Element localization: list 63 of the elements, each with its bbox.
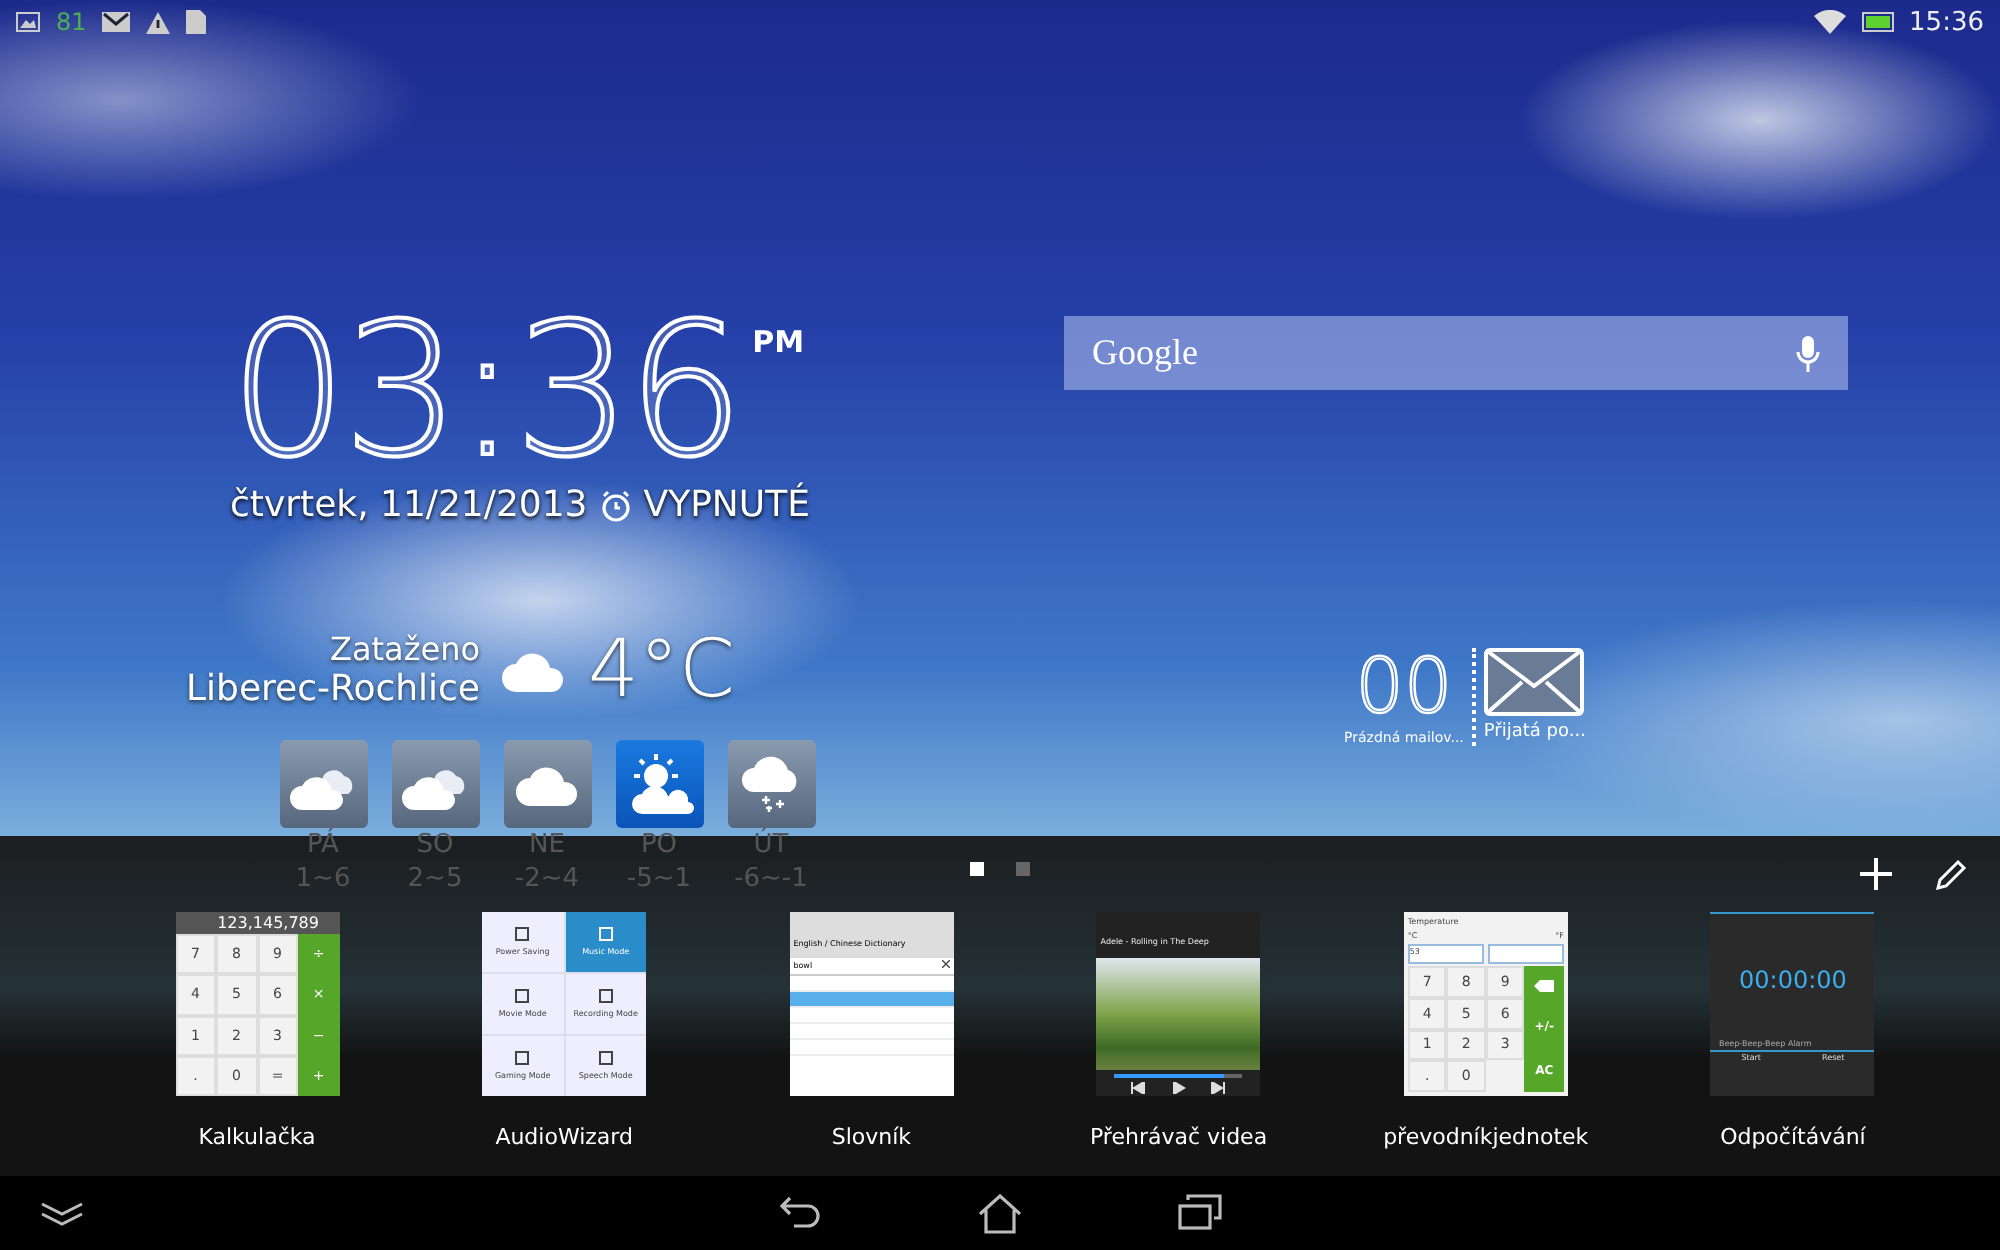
recent-apps-icon[interactable] [1178, 1193, 1222, 1229]
back-icon[interactable] [778, 1193, 822, 1229]
clock-ampm: PM [752, 324, 805, 360]
search-logo: Google [1092, 332, 1198, 374]
mode-icon [514, 926, 531, 942]
forecast-range: -6~-1 [734, 862, 808, 896]
warning-icon [146, 11, 171, 33]
clock-time: 03:36 [230, 296, 741, 488]
temperature: 4°C [588, 624, 735, 716]
chevron-down-icon[interactable] [40, 1201, 84, 1225]
mail-count: 00 [1355, 648, 1453, 724]
mode-icon [597, 1050, 614, 1066]
forecast-range: -5~1 [626, 862, 692, 896]
status-time: 15:36 [1909, 7, 1984, 37]
alarm-status: VYPNUTÉ [643, 484, 810, 526]
widget-label: převodníkjednotek [1383, 1124, 1589, 1150]
widget-label: Slovník [831, 1124, 912, 1150]
weather-condition: Zataženo [329, 630, 480, 668]
forecast-range: -2~4 [514, 862, 580, 896]
widget-label: Odpočítávání [1720, 1124, 1866, 1150]
weather-day-tile[interactable] [503, 740, 591, 828]
forecast-day: NE [529, 828, 565, 862]
mode-icon [597, 988, 614, 1004]
timer-display: 00:00:00 [1739, 966, 1847, 994]
mode-icon [597, 926, 614, 942]
forecast-range: 2~5 [407, 862, 463, 896]
cloud-icon [500, 648, 568, 692]
close-icon [941, 960, 950, 968]
envelope-icon[interactable] [1484, 648, 1585, 716]
weather-location: Liberec-Rochlice [186, 668, 480, 710]
forecast-day: PÁ [307, 828, 339, 862]
battery-icon [1861, 12, 1894, 32]
snow-cloud-icon [741, 752, 801, 816]
wifi-icon [1813, 10, 1846, 34]
widget-label: Kalkulačka [198, 1124, 316, 1150]
microphone-icon[interactable] [1796, 335, 1820, 371]
add-icon[interactable] [1860, 858, 1892, 890]
weather-day-tile[interactable] [391, 740, 479, 828]
sd-card-icon [186, 10, 207, 34]
forecast-day: PO [640, 828, 678, 862]
widget-label: AudioWizard [495, 1124, 633, 1150]
mode-icon [514, 1050, 531, 1066]
clock-date: čtvrtek, 11/21/2013 [230, 484, 588, 526]
weather-day-tile[interactable] [615, 740, 703, 828]
calculator-display: 123,145,789 [175, 912, 339, 934]
cloud-icon [513, 762, 581, 806]
pencil-icon[interactable] [1936, 858, 1968, 890]
home-icon[interactable] [978, 1193, 1022, 1233]
playback-controls-icon [1128, 1082, 1229, 1094]
forecast-day: ÚT [753, 828, 789, 862]
mode-icon [514, 988, 531, 1004]
inbox-label: Přijatá po... [1483, 722, 1586, 742]
forecast-day: SO [416, 828, 454, 862]
forecast-range: 1~6 [295, 862, 351, 896]
notification-count: 81 [56, 8, 87, 36]
picture-icon [16, 12, 40, 32]
weather-day-tile[interactable] [727, 740, 815, 828]
weather-day-tile[interactable] [279, 740, 367, 828]
output-field [1487, 944, 1564, 964]
alarm-clock-icon [599, 489, 632, 521]
backspace-icon [1534, 980, 1555, 993]
mail-icon [102, 12, 131, 32]
widget-label: Přehrávač videa [1089, 1124, 1268, 1150]
